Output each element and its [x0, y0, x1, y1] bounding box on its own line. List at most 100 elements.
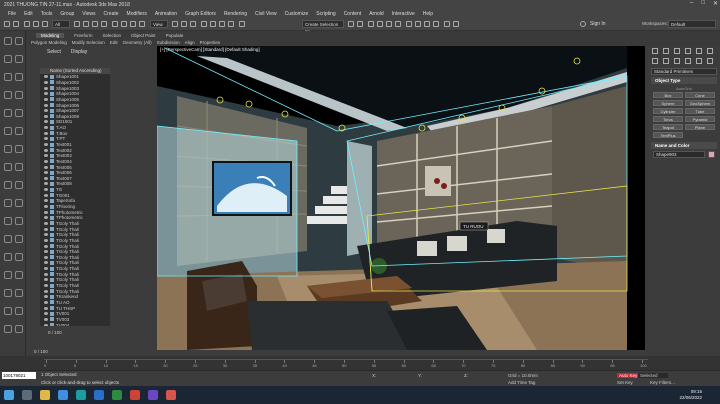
display-tab-icon[interactable] [696, 48, 702, 54]
scene-object-list[interactable]: Name (Sorted Ascending) Shape1001 Shape10… [40, 68, 110, 326]
curve-editor-icon[interactable] [386, 21, 392, 27]
visibility-icon[interactable] [44, 103, 48, 107]
menu-item-arnold[interactable]: Arnold [369, 11, 383, 17]
primitive-type-dropdown[interactable]: Standard Primitives [651, 68, 717, 75]
visibility-icon[interactable] [44, 312, 48, 316]
visibility-icon[interactable] [44, 238, 48, 242]
mirror-icon[interactable] [15, 127, 23, 135]
create-tab-icon[interactable] [652, 48, 658, 54]
ribbon-tab-modeling[interactable]: Modeling [36, 32, 65, 38]
photoshop-icon[interactable] [166, 390, 176, 400]
scene-object-row[interactable]: TV004 [40, 322, 110, 326]
ribbon-tab-freeform[interactable]: Freeform [74, 33, 92, 38]
group-icon[interactable] [15, 307, 23, 315]
rendered-frame-icon[interactable] [424, 21, 430, 27]
align-icon[interactable] [357, 21, 363, 27]
tube-button[interactable]: Tube [685, 108, 715, 114]
bind-spacewarp-icon[interactable] [42, 21, 48, 27]
pdf-icon[interactable] [130, 390, 140, 400]
ribbon-tab-object-paint[interactable]: Object Paint [131, 33, 156, 38]
menu-item-rendering[interactable]: Rendering [224, 11, 247, 17]
tab-select[interactable]: Select [47, 49, 61, 55]
named-selection-dropdown[interactable]: Create Selection Se [302, 20, 344, 34]
menu-item-file[interactable]: File [8, 11, 16, 17]
tab-display[interactable]: Display [71, 49, 87, 55]
set-key-button[interactable]: Set Key [617, 380, 633, 385]
start-icon[interactable] [4, 390, 14, 400]
add-time-tag-button[interactable]: Add Time Tag [508, 380, 535, 385]
move-icon[interactable] [4, 55, 12, 63]
select-icon[interactable] [15, 37, 23, 45]
toggle-ribbon-icon[interactable] [377, 21, 383, 27]
shapes-icon[interactable] [663, 58, 669, 64]
visibility-icon[interactable] [44, 255, 48, 259]
menu-item-interactive[interactable]: Interactive [392, 11, 415, 17]
object-color-swatch[interactable] [708, 151, 715, 158]
snaps-icon[interactable] [201, 21, 207, 27]
rotate-icon[interactable] [15, 55, 23, 63]
display-icon[interactable] [15, 253, 23, 261]
select-object-icon[interactable] [74, 21, 80, 27]
curve-icon[interactable] [4, 199, 12, 207]
visibility-icon[interactable] [44, 75, 48, 79]
word-icon[interactable] [94, 390, 104, 400]
layer-icon[interactable] [4, 163, 12, 171]
light-icon[interactable] [15, 91, 23, 99]
move-icon[interactable] [112, 21, 118, 27]
a360-icon[interactable] [453, 21, 459, 27]
spacewarps-icon[interactable] [707, 58, 713, 64]
shape-icon[interactable] [15, 109, 23, 117]
system-clock[interactable]: 09:15 22/06/2022 [679, 389, 702, 401]
visibility-icon[interactable] [44, 171, 48, 175]
lock-icon[interactable] [15, 325, 23, 333]
search-icon[interactable] [22, 390, 32, 400]
helper-icon[interactable] [4, 109, 12, 117]
placement-icon[interactable] [139, 21, 145, 27]
visibility-icon[interactable] [44, 92, 48, 96]
minimize-button[interactable]: – [690, 0, 693, 7]
visibility-icon[interactable] [44, 278, 48, 282]
link-icon[interactable] [15, 73, 23, 81]
visibility-icon[interactable] [44, 176, 48, 180]
visibility-icon[interactable] [44, 131, 48, 135]
modify-tab-icon[interactable] [663, 48, 669, 54]
clone-icon[interactable] [15, 289, 23, 297]
file-explorer-icon[interactable] [40, 390, 50, 400]
object-name-field[interactable]: Shape903 [653, 151, 705, 158]
scale-icon[interactable] [130, 21, 136, 27]
visibility-icon[interactable] [44, 126, 48, 130]
box-button[interactable]: Box [653, 92, 683, 98]
layer-explorer-icon[interactable] [368, 21, 374, 27]
selection-filter-dropdown[interactable]: All [52, 20, 70, 28]
menu-item-graph-editors[interactable]: Graph Editors [185, 11, 216, 17]
rollout-name-color[interactable]: Name and Color [651, 142, 717, 149]
track-bar[interactable]: 0 5 10 15 20 25 30 35 40 45 50 55 60 65 70 75 80 85 90 95 10… [44, 359, 648, 368]
material-icon[interactable] [15, 163, 23, 171]
pin-icon[interactable] [4, 37, 12, 45]
visibility-icon[interactable] [44, 295, 48, 299]
light-lister-icon[interactable] [15, 181, 23, 189]
visibility-icon[interactable] [44, 227, 48, 231]
unwrap-icon[interactable] [4, 235, 12, 243]
object-icon[interactable] [4, 253, 12, 261]
max-app-icon[interactable] [76, 390, 86, 400]
render-icon[interactable] [4, 181, 12, 189]
frame-counter[interactable]: 0 / 100 [34, 349, 48, 354]
visibility-icon[interactable] [44, 216, 48, 220]
visibility-icon[interactable] [44, 193, 48, 197]
viewport-label[interactable]: [+] [PerspectiveCam] [Standard] [Default… [160, 47, 260, 52]
visibility-icon[interactable] [44, 250, 48, 254]
edit-named-sets-icon[interactable] [239, 21, 245, 27]
menu-item-edit[interactable]: Edit [24, 11, 33, 17]
menu-item-animation[interactable]: Animation [155, 11, 177, 17]
workspace-dropdown[interactable]: Default [668, 20, 716, 28]
spinner-snap-icon[interactable] [228, 21, 234, 27]
pivot-icon[interactable] [172, 21, 178, 27]
scale-icon[interactable] [4, 73, 12, 81]
lights-icon[interactable] [674, 58, 680, 64]
ribbon-panel-subdivision[interactable]: Subdivision [157, 40, 180, 45]
visibility-icon[interactable] [44, 148, 48, 152]
hide-icon[interactable] [4, 289, 12, 297]
snap-icon[interactable] [15, 145, 23, 153]
maxscript-listener[interactable]: 100179021 [2, 372, 36, 379]
